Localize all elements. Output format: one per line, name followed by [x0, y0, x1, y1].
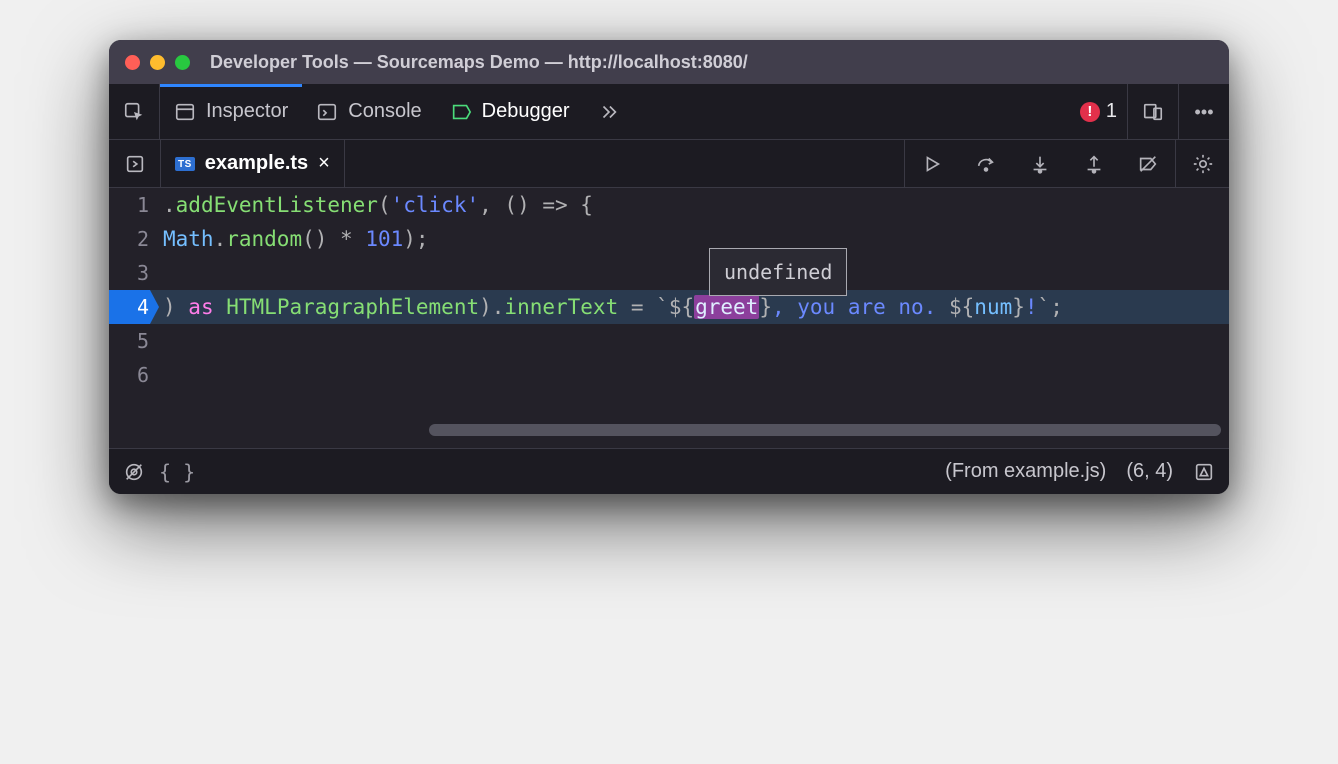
sources-tree-toggle[interactable]	[109, 140, 161, 187]
line-number[interactable]: 4	[109, 290, 159, 324]
scrollbar-thumb[interactable]	[429, 424, 1221, 436]
window-minimize-button[interactable]	[150, 55, 165, 70]
chevrons-right-icon	[598, 101, 620, 123]
code-line: 6	[109, 358, 1229, 392]
deactivate-breakpoints-button[interactable]	[1121, 140, 1175, 187]
resume-button[interactable]	[905, 140, 959, 187]
console-icon	[316, 101, 338, 123]
debug-controls	[904, 140, 1229, 187]
code-line: 1 .addEventListener('click', () => {	[109, 188, 1229, 222]
inspector-label: Inspector	[206, 100, 288, 123]
value-tooltip: undefined	[709, 248, 847, 296]
line-number[interactable]: 6	[109, 358, 159, 392]
pick-element-icon	[123, 101, 145, 123]
debugger-settings-button[interactable]	[1175, 140, 1229, 187]
more-tabs-button[interactable]	[584, 84, 634, 139]
line-number[interactable]: 3	[109, 256, 159, 290]
error-icon: !	[1080, 102, 1100, 122]
code-line: 3	[109, 256, 1229, 290]
line-number[interactable]: 1	[109, 188, 159, 222]
error-count[interactable]: ! 1	[1080, 100, 1127, 123]
toolbar: Inspector Console Debugger ! 1	[109, 84, 1229, 140]
console-label: Console	[348, 100, 421, 123]
tab-console[interactable]: Console	[302, 84, 435, 139]
line-number[interactable]: 2	[109, 222, 159, 256]
status-bar: { } (From example.js) (6, 4)	[109, 448, 1229, 494]
tab-inspector[interactable]: Inspector	[160, 84, 302, 139]
source-map-toggle-icon[interactable]	[1193, 461, 1215, 483]
source-map-origin: (From example.js)	[945, 460, 1106, 483]
traffic-lights	[125, 55, 190, 70]
window-close-button[interactable]	[125, 55, 140, 70]
code-line: 2 Math.random() * 101);	[109, 222, 1229, 256]
window-zoom-button[interactable]	[175, 55, 190, 70]
step-out-button[interactable]	[1067, 140, 1121, 187]
tab-debugger[interactable]: Debugger	[436, 84, 584, 139]
code-line-current: 4 ) as HTMLParagraphElement).innerText =…	[109, 290, 1229, 324]
cursor-position: (6, 4)	[1126, 460, 1173, 483]
debugger-icon	[450, 101, 472, 123]
file-name: example.ts	[205, 152, 308, 175]
overflow-menu-button[interactable]	[1179, 84, 1229, 139]
pretty-print-button[interactable]: { }	[159, 460, 195, 484]
code-editor[interactable]: 1 .addEventListener('click', () => { 2 M…	[109, 188, 1229, 448]
code-line: 5	[109, 324, 1229, 358]
close-tab-button[interactable]: ×	[318, 152, 330, 175]
responsive-mode-button[interactable]	[1127, 84, 1179, 139]
kebab-icon	[1193, 101, 1215, 123]
devtools-window: Developer Tools — Sourcemaps Demo — http…	[109, 40, 1229, 494]
line-number[interactable]: 5	[109, 324, 159, 358]
devices-icon	[1142, 101, 1164, 123]
window-title: Developer Tools — Sourcemaps Demo — http…	[210, 52, 748, 73]
step-over-button[interactable]	[959, 140, 1013, 187]
titlebar: Developer Tools — Sourcemaps Demo — http…	[109, 40, 1229, 84]
debugger-label: Debugger	[482, 100, 570, 123]
inspector-icon	[174, 101, 196, 123]
file-tab-bar: TS example.ts ×	[109, 140, 1229, 188]
pick-element-button[interactable]	[109, 84, 160, 139]
horizontal-scrollbar[interactable]	[109, 422, 1229, 438]
blackbox-icon[interactable]	[123, 461, 145, 483]
typescript-badge: TS	[175, 157, 195, 171]
error-count-value: 1	[1106, 100, 1117, 123]
file-tab-example-ts[interactable]: TS example.ts ×	[161, 140, 345, 187]
sources-panel-icon	[124, 153, 146, 175]
step-in-button[interactable]	[1013, 140, 1067, 187]
